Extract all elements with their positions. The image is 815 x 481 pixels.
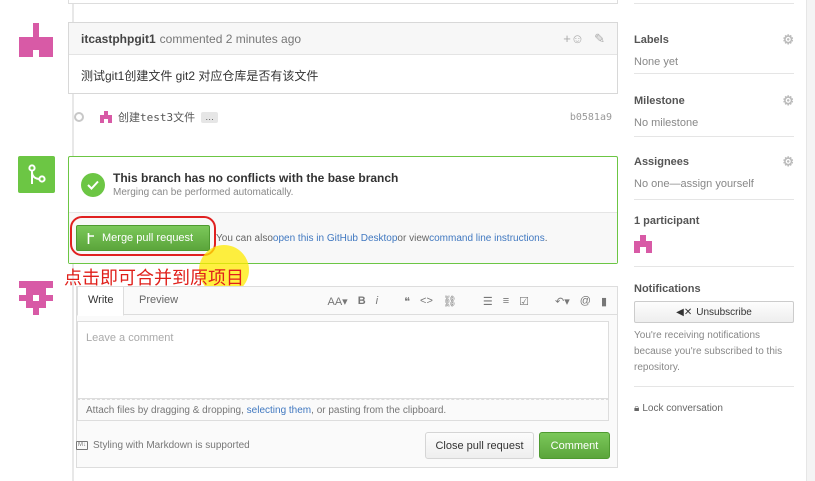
commit-sha[interactable]: b0581a9 xyxy=(570,112,612,123)
participant-avatar[interactable] xyxy=(634,235,652,253)
select-files-link[interactable]: selecting them xyxy=(247,405,311,416)
comment: itcastphpgit1 commented 2 minutes ago +☺… xyxy=(68,22,618,94)
merge-also-text: You can also xyxy=(216,232,273,244)
milestone-value: No milestone xyxy=(634,117,699,129)
attach-prefix-text: Attach files by dragging & dropping, xyxy=(86,405,247,416)
merge-status-title: This branch has no conflicts with the ba… xyxy=(113,171,399,185)
comment-textarea[interactable]: Leave a comment xyxy=(77,321,609,399)
notifications-text: You're receiving notifications because y… xyxy=(634,330,783,373)
gear-icon[interactable]: ⚙ xyxy=(782,93,794,109)
unsubscribe-button[interactable]: ◀✕ Unsubscribe xyxy=(634,301,794,323)
scrollbar[interactable] xyxy=(806,0,815,481)
merge-or-text: or view xyxy=(397,232,430,244)
attach-suffix-text: , or pasting from the clipboard. xyxy=(311,405,447,416)
comment-timestamp[interactable]: commented 2 minutes ago xyxy=(160,32,301,46)
sidebar-milestone: Milestone ⚙ No milestone xyxy=(634,93,794,137)
command-line-link[interactable]: command line instructions xyxy=(429,233,545,244)
commit-message[interactable]: 创建test3文件 xyxy=(118,109,195,125)
assignees-title[interactable]: Assignees xyxy=(634,156,689,168)
lock-conversation-link[interactable]: 🔒︎ Lock conversation xyxy=(634,403,723,414)
gear-icon[interactable]: ⚙ xyxy=(782,154,794,170)
avatar[interactable] xyxy=(19,23,53,57)
comment-body: 测试git1创建文件 git2 对应仓库是否有该文件 xyxy=(81,69,319,83)
sidebar-assignees: Assignees ⚙ No one—assign yourself xyxy=(634,154,794,200)
mute-icon: ◀✕ xyxy=(676,306,693,318)
unsubscribe-label: Unsubscribe xyxy=(696,306,752,318)
comment-header: itcastphpgit1 commented 2 minutes ago +☺… xyxy=(69,23,617,55)
check-icon xyxy=(81,172,105,197)
pencil-icon[interactable]: ✎ xyxy=(594,31,605,47)
commit-row: 创建test3文件 … b0581a9 xyxy=(72,108,618,126)
commit-expand-button[interactable]: … xyxy=(201,111,219,123)
markdown-note-text: Styling with Markdown is supported xyxy=(93,440,250,451)
assignees-value[interactable]: No one—assign yourself xyxy=(634,178,794,190)
attach-files-bar[interactable]: Attach files by dragging & dropping, sel… xyxy=(77,399,609,421)
merge-period: . xyxy=(544,232,548,244)
sidebar-labels: Labels ⚙ None yet xyxy=(634,32,794,74)
add-reaction-icon[interactable]: +☺ xyxy=(563,31,584,47)
previous-timeline-item xyxy=(68,0,618,4)
lock-label: Lock conversation xyxy=(642,403,723,414)
comment-actions: +☺ ✎ xyxy=(563,31,605,47)
notifications-title: Notifications xyxy=(634,283,701,295)
merge-status: This branch has no conflicts with the ba… xyxy=(69,157,617,213)
labels-value: None yet xyxy=(634,56,679,68)
lock-icon: 🔒︎ xyxy=(634,403,640,414)
participants-title: 1 participant xyxy=(634,215,700,227)
labels-title[interactable]: Labels xyxy=(634,34,669,46)
milestone-title[interactable]: Milestone xyxy=(634,95,685,107)
merge-actions: Merge pull request You can also open thi… xyxy=(69,213,617,263)
close-pull-request-button[interactable]: Close pull request xyxy=(425,432,534,459)
sidebar-notifications: Notifications ◀✕ Unsubscribe You're rece… xyxy=(634,283,794,387)
current-user-avatar[interactable] xyxy=(19,281,53,315)
comment-button[interactable]: Comment xyxy=(539,432,610,459)
markdown-note[interactable]: M↓ Styling with Markdown is supported xyxy=(76,440,250,451)
markdown-icon: M↓ xyxy=(76,441,88,450)
merge-pull-request-button[interactable]: Merge pull request xyxy=(76,225,210,251)
merge-status-subtitle: Merging can be performed automatically. xyxy=(113,187,294,198)
gear-icon[interactable]: ⚙ xyxy=(782,32,794,48)
git-merge-icon xyxy=(18,156,55,193)
open-desktop-link[interactable]: open this in GitHub Desktop xyxy=(273,233,398,244)
commit-author-avatar[interactable] xyxy=(100,111,112,123)
previous-sidebar-section xyxy=(634,0,794,4)
merge-small-icon xyxy=(87,232,94,244)
sidebar-participants: 1 participant xyxy=(634,215,794,267)
merge-button-label: Merge pull request xyxy=(102,232,194,244)
commit-icon xyxy=(74,112,84,122)
merge-box: This branch has no conflicts with the ba… xyxy=(68,156,618,264)
comment-author[interactable]: itcastphpgit1 xyxy=(81,32,156,46)
